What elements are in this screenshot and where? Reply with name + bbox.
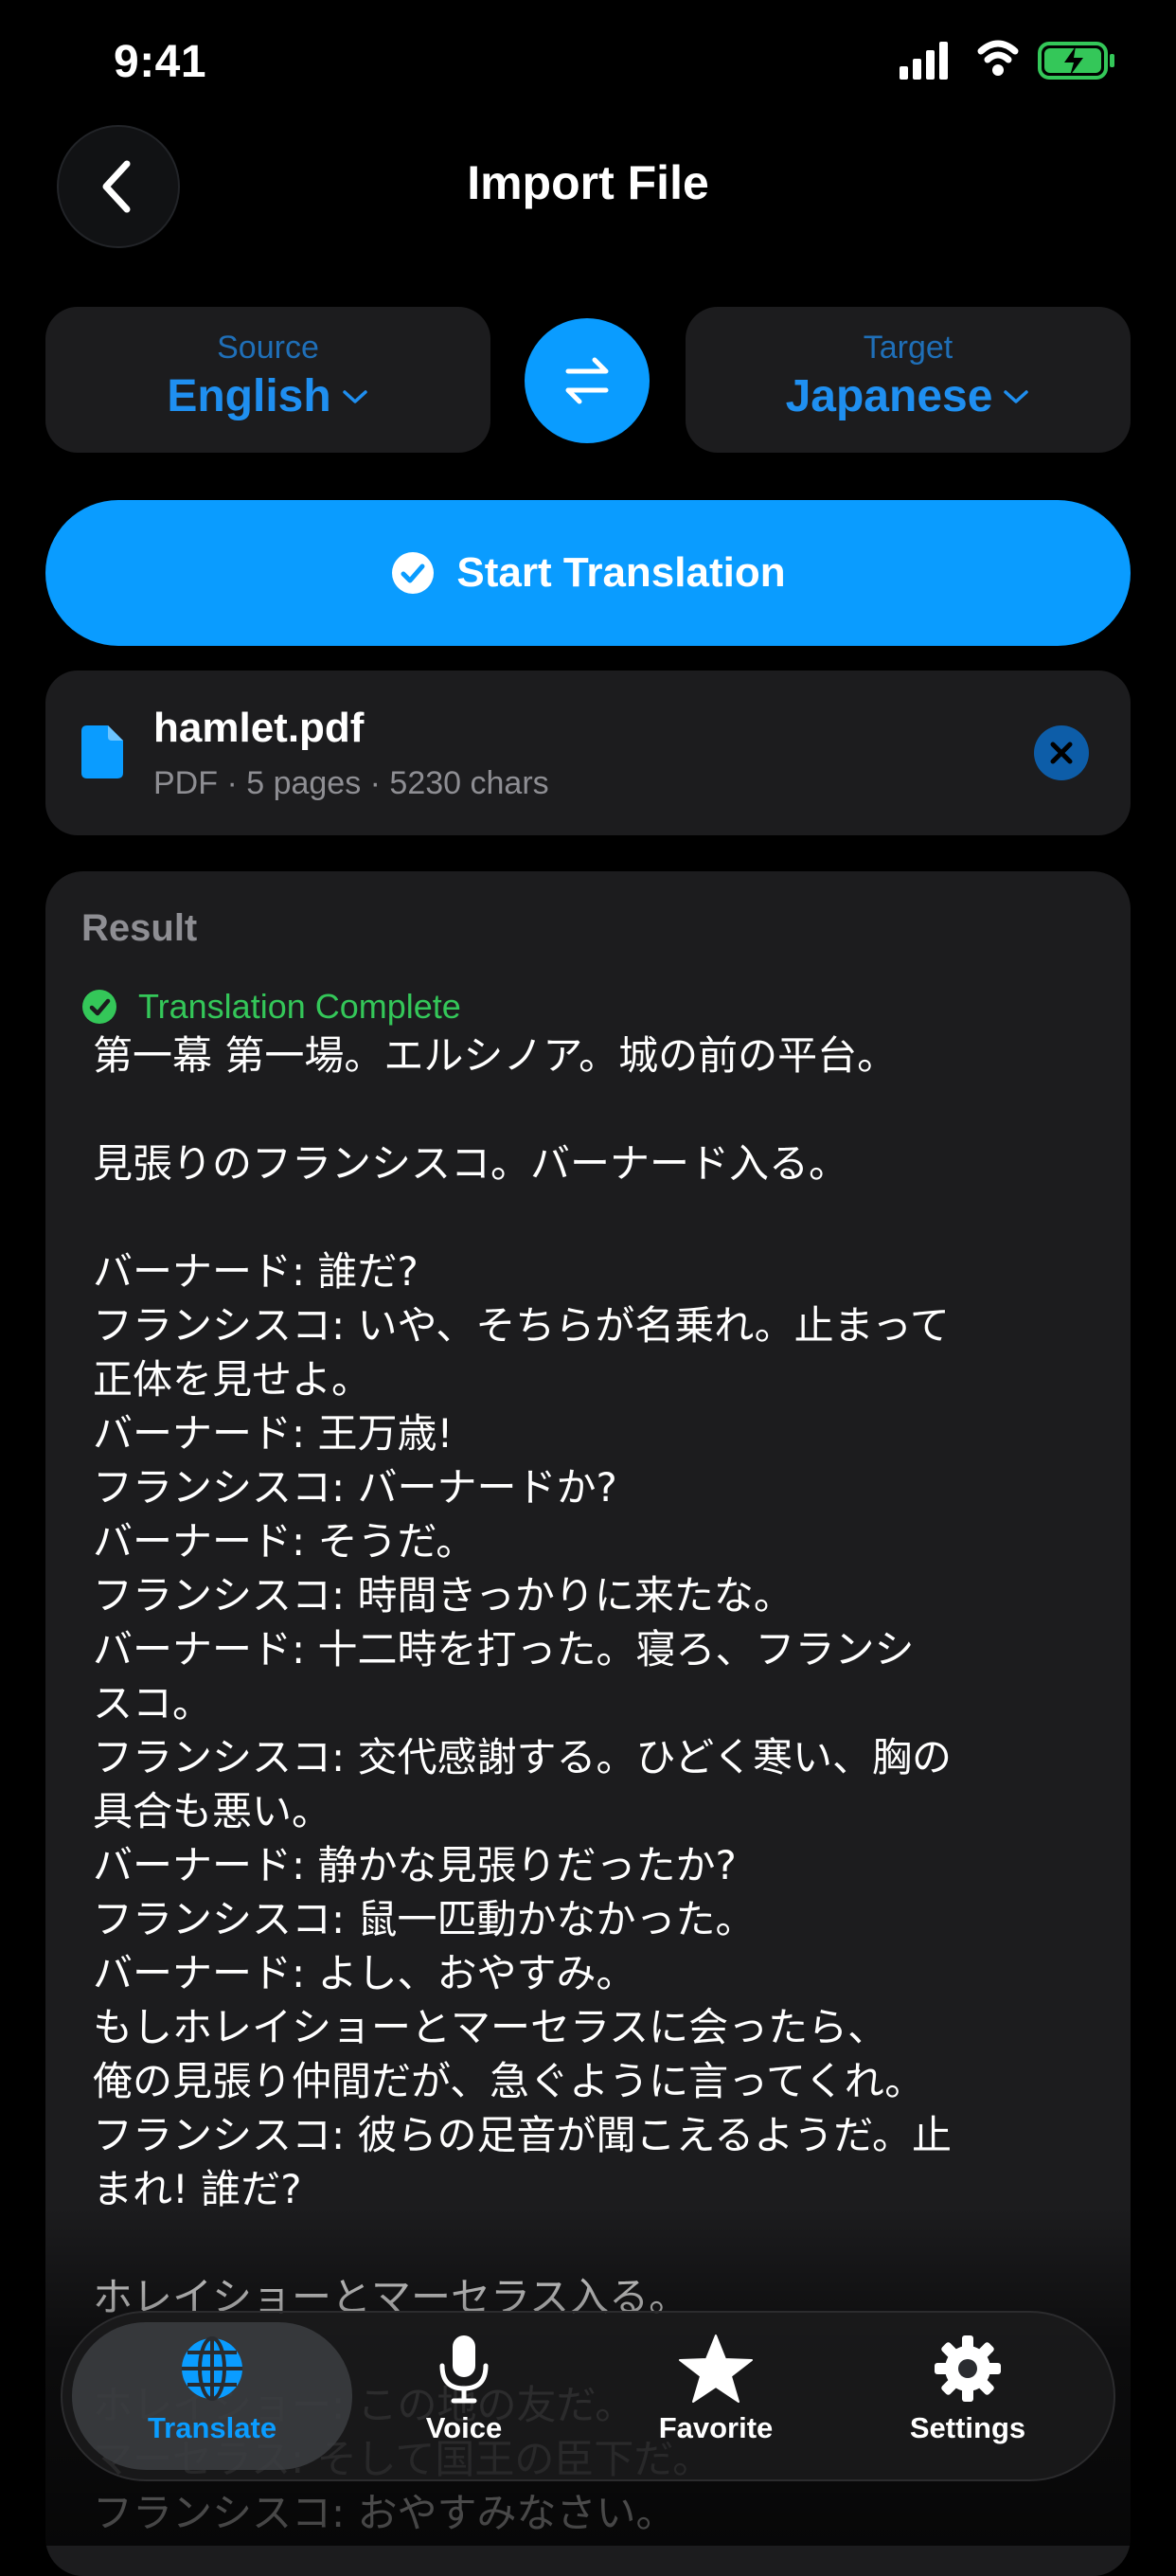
close-icon (1050, 742, 1073, 764)
source-caption: Source (217, 330, 319, 366)
source-language-value: English (167, 371, 331, 421)
document-icon (81, 725, 123, 778)
checkmark-circle-icon (392, 552, 435, 594)
chevron-down-icon (342, 389, 367, 403)
result-title: Result (81, 907, 198, 949)
translation-status-text: Translation Complete (138, 987, 461, 1026)
status-time: 9:41 (114, 37, 207, 87)
page-title: Import File (467, 156, 709, 209)
tab-label: Voice (425, 2411, 503, 2444)
star-icon (679, 2334, 753, 2403)
tab-translate[interactable]: Translate (98, 2334, 326, 2466)
start-translation-button[interactable]: Start Translation (45, 500, 1131, 646)
file-card: hamlet.pdf PDF · 5 pages · 5230 chars (45, 671, 1131, 835)
status-indicators-icon (900, 40, 1114, 80)
swap-languages-button[interactable] (525, 318, 650, 443)
remove-file-button[interactable] (1034, 725, 1089, 780)
file-meta: PDF · 5 pages · 5230 chars (153, 765, 549, 801)
tab-favorite[interactable]: Favorite (602, 2334, 829, 2466)
microphone-icon (439, 2335, 489, 2404)
file-name: hamlet.pdf (153, 705, 365, 751)
gear-icon (935, 2335, 1001, 2402)
target-language-value: Japanese (785, 371, 993, 421)
tab-label: Translate (147, 2411, 277, 2444)
status-icons (900, 38, 1127, 87)
tab-voice[interactable]: Voice (350, 2334, 578, 2466)
globe-icon (182, 2336, 242, 2401)
target-caption: Target (863, 330, 953, 366)
chevron-down-icon (1004, 389, 1029, 403)
target-language-selector[interactable]: Target Japanese (686, 307, 1131, 453)
start-translation-label: Start Translation (456, 549, 786, 596)
source-language-selector[interactable]: Source English (45, 307, 490, 453)
swap-arrows-icon (565, 357, 609, 404)
translation-status: Translation Complete (81, 987, 461, 1027)
tab-settings[interactable]: Settings (854, 2334, 1081, 2466)
tab-bar: Translate Voice Favorite Settings (61, 2311, 1115, 2481)
checkmark-circle-icon (82, 990, 116, 1024)
tab-label: Settings (909, 2411, 1026, 2444)
tab-label: Favorite (658, 2411, 774, 2444)
